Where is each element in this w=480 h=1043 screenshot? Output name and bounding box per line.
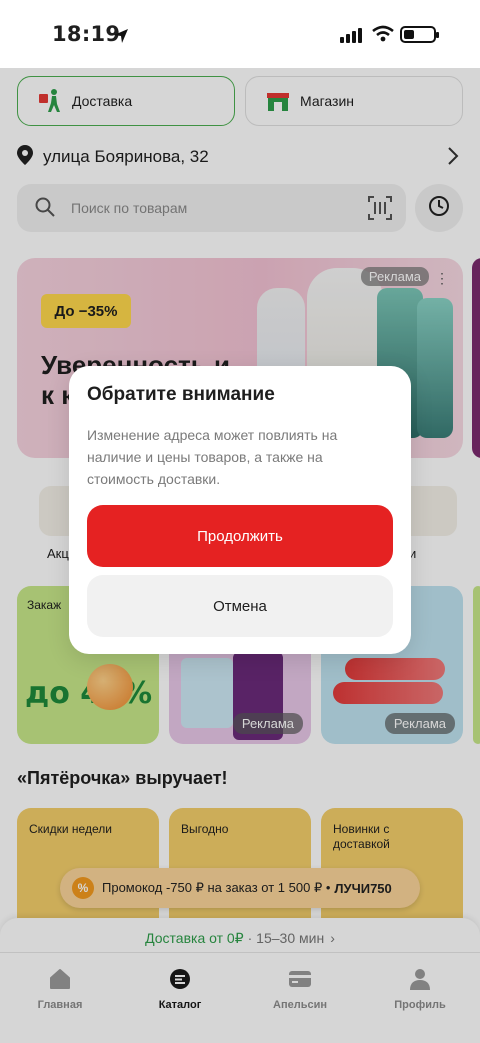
cellular-signal-icon	[340, 27, 364, 48]
dialog-message: Изменение адреса может повлиять на налич…	[87, 427, 338, 487]
dialog-title: Обратите внимание	[87, 384, 275, 405]
continue-button[interactable]: Продолжить	[87, 505, 393, 567]
address-change-dialog: Обратите внимание Изменение адреса может…	[69, 366, 411, 654]
wifi-icon	[372, 25, 394, 48]
status-bar: 18:19	[0, 0, 480, 68]
battery-icon	[400, 26, 439, 43]
status-time: 18:19	[52, 22, 121, 46]
location-arrow-icon	[112, 27, 130, 50]
cancel-button[interactable]: Отмена	[87, 575, 393, 637]
